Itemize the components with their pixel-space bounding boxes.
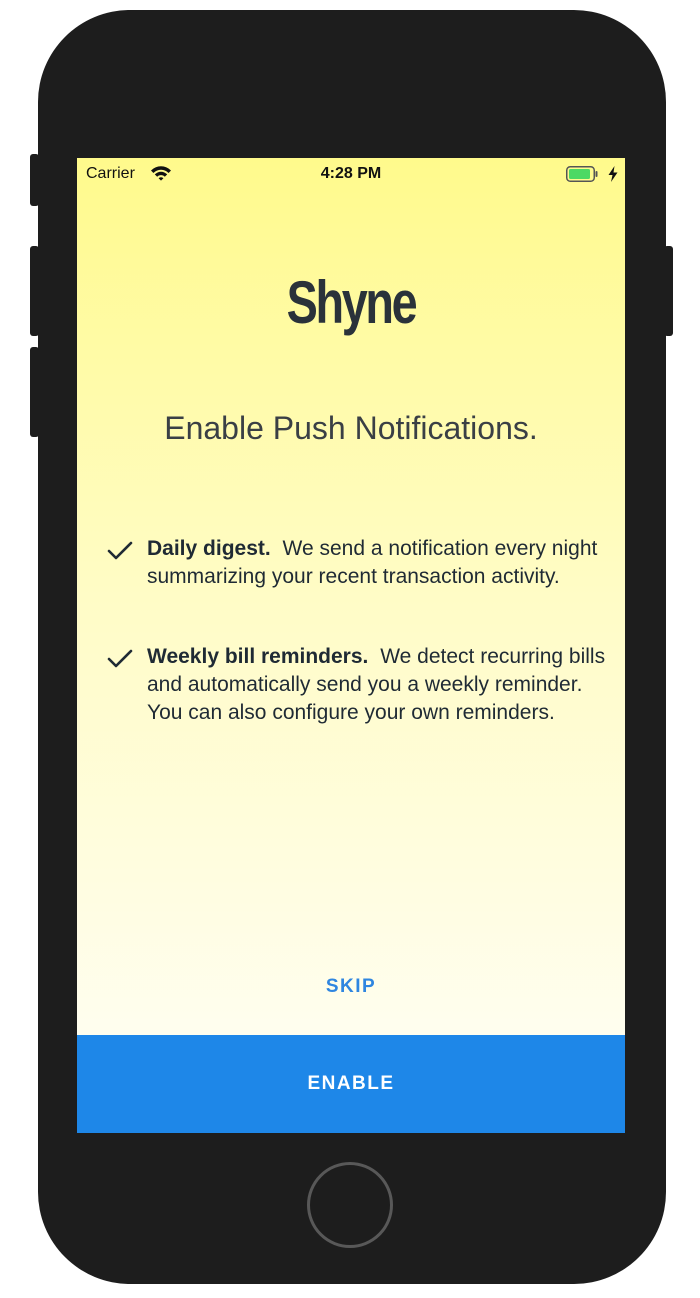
app-screen: Carrier 4:28 PM Shyne Enable Push Notifi… [77,158,625,1133]
home-button[interactable] [307,1162,393,1248]
volume-down-button [30,347,39,437]
page-title: Enable Push Notifications. [164,410,538,446]
feature-text: Weekly bill reminders. We detect recurri… [147,643,607,727]
shyne-logo: Shyne [286,269,418,336]
status-time: 4:28 PM [320,165,382,182]
enable-button[interactable]: ENABLE [77,1035,625,1133]
status-bar: Carrier 4:28 PM [77,158,625,192]
volume-up-button [30,246,39,336]
checkmark-icon [107,649,133,668]
power-button [664,246,673,336]
feature-title: Daily digest. [147,537,271,560]
feature-title: Weekly bill reminders. [147,645,369,668]
bolt-icon [608,166,618,182]
feature-text: Daily digest. We send a notification eve… [147,535,607,591]
checkmark-icon [107,541,133,560]
skip-button[interactable]: SKIP [251,970,451,1004]
battery-icon [566,166,598,182]
mute-switch [30,154,39,206]
